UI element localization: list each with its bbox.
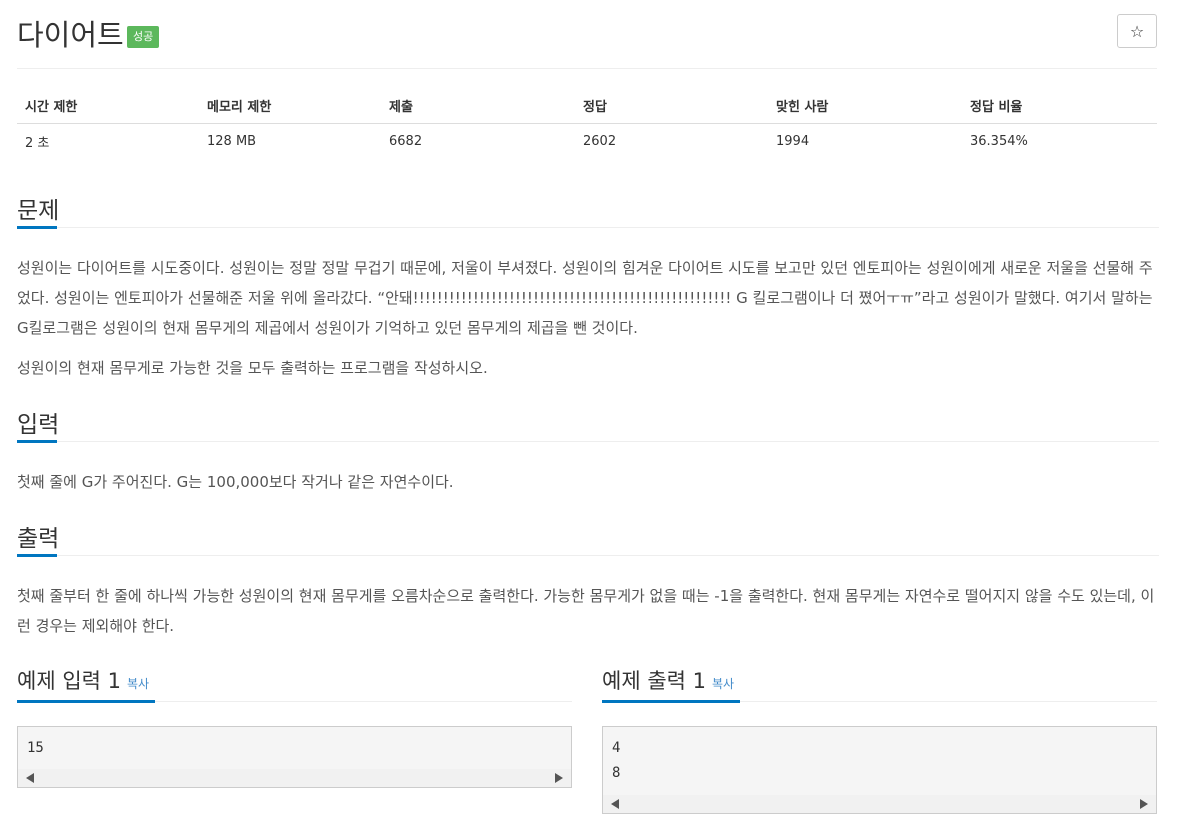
problem-description: 성원이는 다이어트를 시도중이다. 성원이는 정말 정말 무겁기 때문에, 저울… <box>17 259 1153 337</box>
sample-output-line: 4 <box>612 740 621 756</box>
sample-input-line: 15 <box>27 740 44 756</box>
section-underline <box>17 440 57 443</box>
accepted-header: 정답 <box>575 88 768 124</box>
sample-output-line: 8 <box>612 765 621 781</box>
scroll-right-arrow-icon[interactable] <box>1140 799 1148 809</box>
status-badge: 성공 <box>127 26 160 48</box>
horizontal-scrollbar[interactable] <box>603 795 1156 813</box>
memory-limit-value: 128 MB <box>207 133 257 149</box>
input-section-title: 입력 <box>17 412 60 438</box>
submissions-header: 제출 <box>381 88 575 124</box>
section-underline <box>17 554 57 557</box>
time-limit-value: 2 초 <box>25 135 50 151</box>
accepted-value: 2602 <box>583 133 617 149</box>
output-section-title: 출력 <box>17 526 60 552</box>
memory-limit-header: 메모리 제한 <box>199 88 381 124</box>
sample-input-title: 예제 입력 1 <box>17 669 121 693</box>
submissions-value: 6682 <box>389 133 423 149</box>
input-description: 첫째 줄에 G가 주어진다. G는 100,000보다 작거나 같은 자연수이다… <box>17 473 454 491</box>
time-limit-header: 시간 제한 <box>17 88 199 124</box>
section-divider <box>17 555 1159 556</box>
section-underline <box>17 226 57 229</box>
output-description: 첫째 줄부터 한 줄에 하나씩 가능한 성원이의 현재 몸무게를 오름차순으로 … <box>17 587 1155 635</box>
scroll-right-arrow-icon[interactable] <box>555 773 563 783</box>
star-icon: ☆ <box>1129 21 1145 41</box>
problem-title: 다이어트 <box>17 18 124 52</box>
problem-page: 다이어트 성공 ☆ 시간 제한 메모리 제한 제출 정답 맞힌 사람 정답 비율… <box>17 0 1159 814</box>
section-divider <box>17 227 1159 228</box>
accept-ratio-header: 정답 비율 <box>962 88 1157 124</box>
scroll-left-arrow-icon[interactable] <box>611 799 619 809</box>
sample-input-title-block: 예제 입력 1 복사 <box>17 665 149 695</box>
problem-task: 성원이의 현재 몸무게로 가능한 것을 모두 출력하는 프로그램을 작성하시오. <box>17 359 488 377</box>
problem-info-table: 시간 제한 메모리 제한 제출 정답 맞힌 사람 정답 비율 2 초 128 M… <box>17 88 1157 159</box>
solved-users-value: 1994 <box>776 133 810 149</box>
sample-input-box: 15 <box>17 726 572 788</box>
copy-sample-input-button[interactable]: 복사 <box>127 677 149 691</box>
problem-section-title: 문제 <box>17 198 60 224</box>
sample-output-box: 4 8 <box>602 726 1157 814</box>
section-divider <box>17 441 1159 442</box>
section-underline <box>17 700 155 703</box>
copy-sample-output-button[interactable]: 복사 <box>712 677 734 691</box>
info-header-row: 시간 제한 메모리 제한 제출 정답 맞힌 사람 정답 비율 <box>17 88 1157 124</box>
horizontal-scrollbar[interactable] <box>18 769 571 787</box>
favorite-button[interactable]: ☆ <box>1117 14 1157 48</box>
info-value-row: 2 초 128 MB 6682 2602 1994 36.354% <box>17 123 1157 159</box>
scroll-left-arrow-icon[interactable] <box>26 773 34 783</box>
sample-output-title-block: 예제 출력 1 복사 <box>602 665 734 695</box>
section-underline <box>602 700 740 703</box>
sample-output-title: 예제 출력 1 <box>602 669 706 693</box>
solved-users-header: 맞힌 사람 <box>768 88 962 124</box>
problem-header: 다이어트 성공 ☆ <box>17 0 1157 69</box>
accept-ratio-value: 36.354% <box>970 133 1028 149</box>
